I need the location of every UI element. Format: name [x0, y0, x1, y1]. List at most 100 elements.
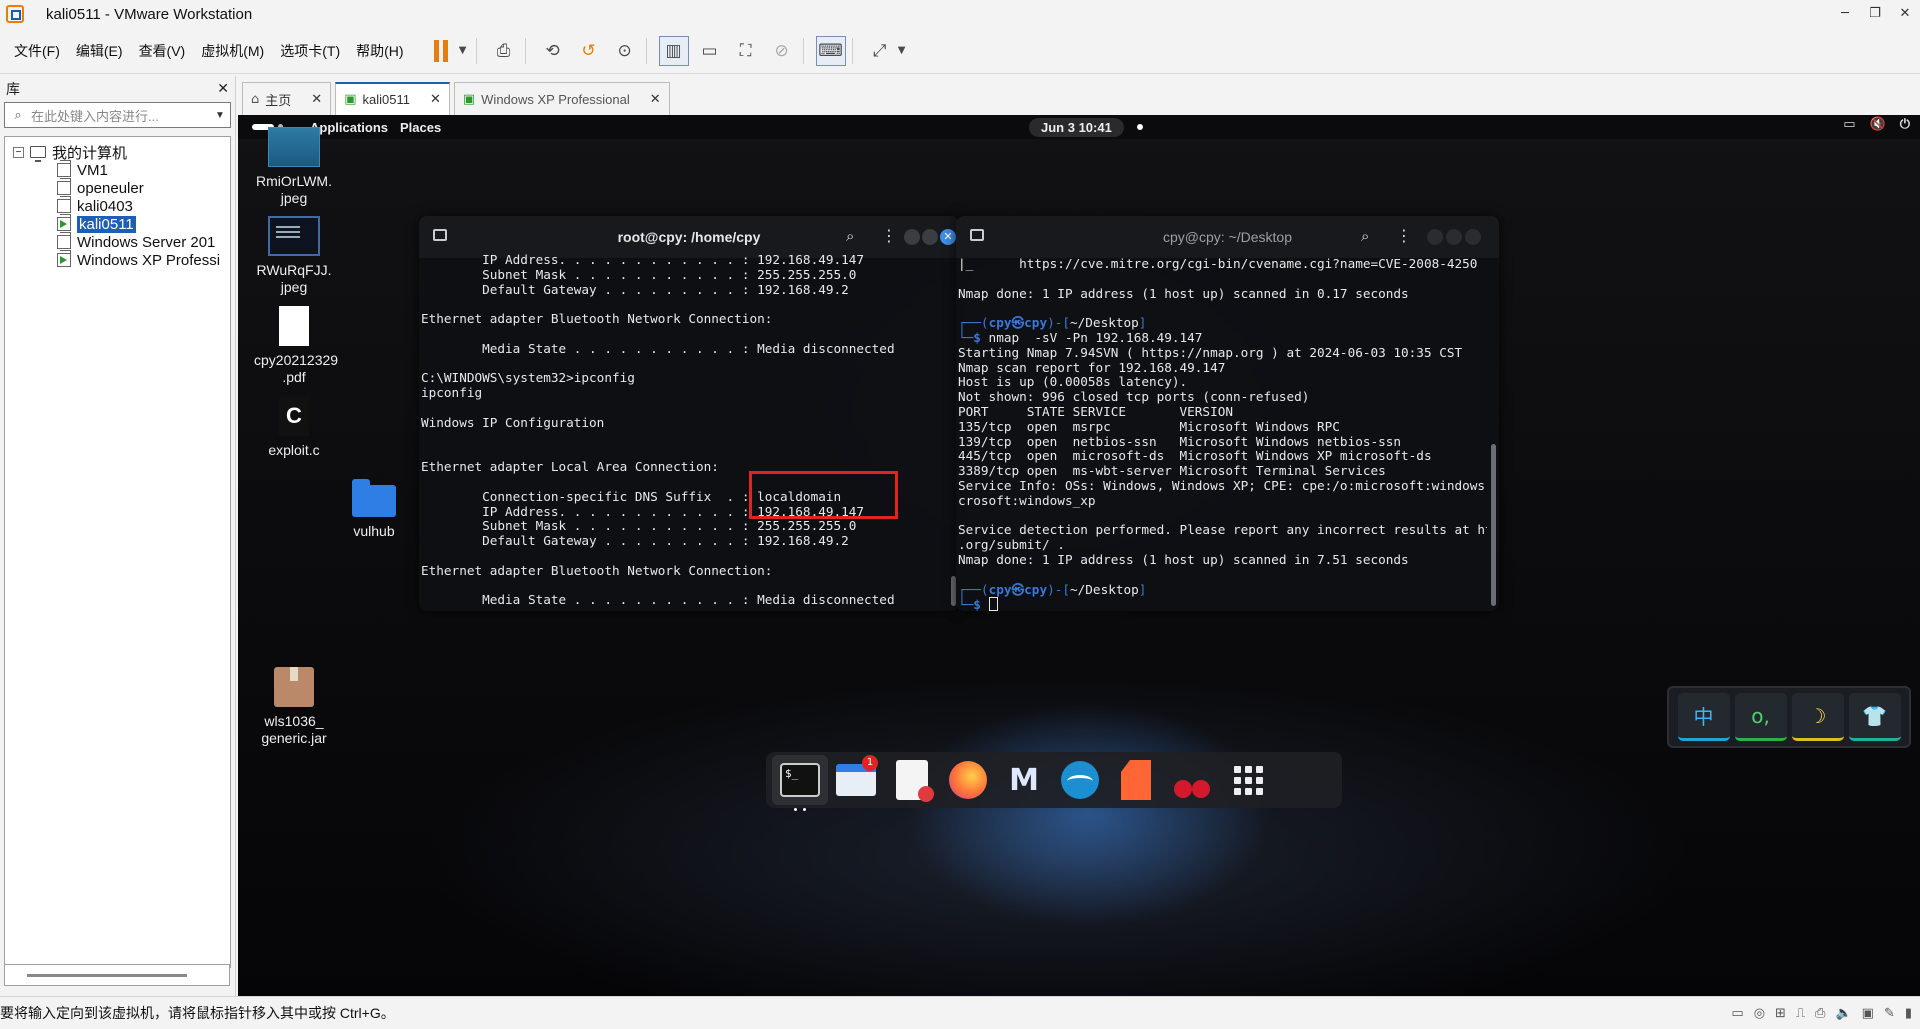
- vm-console[interactable]: Applications Places Jun 3 10:41 ▭ 🔇 ⏻ Rm…: [238, 115, 1920, 996]
- desktop-icon-jar[interactable]: wls1036_ generic.jar: [254, 667, 334, 747]
- library-scrollbar[interactable]: [4, 964, 230, 986]
- firefox-icon[interactable]: [940, 755, 996, 805]
- search-placeholder: 在此处键入内容进行...: [31, 108, 159, 124]
- chevron-down-icon[interactable]: ▼: [895, 36, 909, 66]
- network-icon[interactable]: ⊞: [1775, 1006, 1786, 1021]
- desktop-icon-label: RmiOrLWM. jpeg: [256, 173, 332, 206]
- snapshot-icon[interactable]: ⟲: [538, 36, 568, 66]
- menu-help[interactable]: 帮助(H): [348, 41, 411, 61]
- menu-vm[interactable]: 虚拟机(M): [193, 41, 272, 61]
- power-icon[interactable]: ⏻: [1900, 117, 1910, 132]
- tab-windows-xp[interactable]: ▣ Windows XP Professional ✕: [453, 82, 670, 115]
- library-view-icon[interactable]: ▥: [658, 35, 689, 66]
- fullscreen-icon[interactable]: ⛶: [731, 36, 761, 66]
- kebab-menu-icon[interactable]: ⋮: [1396, 226, 1412, 245]
- terminal-line: C:\WINDOWS\system32>ipconfig: [421, 370, 635, 386]
- close-icon[interactable]: ✕: [940, 229, 956, 245]
- system-tray: ▭ 🔇 ⏻: [1843, 117, 1910, 132]
- search-icon[interactable]: ⌕: [1361, 227, 1369, 245]
- hard-disk-icon[interactable]: ▭: [1731, 1006, 1743, 1021]
- maximize-icon[interactable]: [1446, 229, 1462, 245]
- tree-item-label: Windows XP Professi: [77, 251, 221, 269]
- tab-home[interactable]: ⌂ 主页 ✕: [242, 82, 332, 115]
- tab-close-icon[interactable]: ✕: [311, 92, 322, 107]
- sound-icon[interactable]: 🔈: [1835, 1006, 1851, 1021]
- pause-icon[interactable]: [426, 36, 456, 66]
- message-icon[interactable]: ✎: [1884, 1006, 1895, 1021]
- tab-close-icon[interactable]: ✕: [430, 92, 441, 107]
- cherrytree-icon[interactable]: [1164, 755, 1220, 805]
- terminal-line: Ethernet adapter Bluetooth Network Conne…: [421, 562, 773, 578]
- minimize-icon[interactable]: [1427, 229, 1443, 245]
- chevron-down-icon[interactable]: ▼: [456, 36, 470, 66]
- prompt-frame: └─: [958, 597, 974, 611]
- close-icon[interactable]: [1465, 229, 1481, 245]
- usb-icon[interactable]: ⎍: [1796, 1006, 1805, 1021]
- terminal-icon[interactable]: $_: [772, 755, 828, 811]
- terminal-output[interactable]: |_ https://cve.mitre.org/cgi-bin/cvename…: [958, 257, 1487, 611]
- device-status-icons: ▭ ◎ ⊞ ⎍ ⎙ 🔈 ▣ ✎ ▮: [1731, 1006, 1912, 1021]
- unity-icon[interactable]: ⊘: [767, 36, 797, 66]
- terminal-output[interactable]: IP Address. . . . . . . . . . . . : 192.…: [421, 253, 947, 611]
- menu-edit[interactable]: 编辑(E): [68, 41, 131, 61]
- desktop-icon-pdf[interactable]: cpy20212329 .pdf: [254, 306, 338, 386]
- terminal-window-cpy[interactable]: cpy@cpy: ~/Desktop ⌕ ⋮ |_ https://cve.mi…: [956, 216, 1499, 611]
- desktop-icon-exploit[interactable]: C exploit.c: [254, 396, 334, 459]
- ime-moon-icon[interactable]: ☽: [1791, 693, 1844, 741]
- library-search-input[interactable]: ⌕ 在此处键入内容进行... ▼: [4, 102, 231, 128]
- places-menu[interactable]: Places: [400, 120, 441, 135]
- stretch-icon[interactable]: ⤢: [865, 36, 895, 66]
- wireshark-icon[interactable]: [1052, 755, 1108, 805]
- console-icon[interactable]: ⌨: [815, 35, 846, 66]
- terminal-window-root[interactable]: root@cpy: /home/cpy ⌕ ⋮ ✕ IP Address. . …: [419, 216, 959, 611]
- minimize-icon[interactable]: [904, 229, 920, 245]
- search-icon[interactable]: ⌕: [846, 227, 854, 245]
- ime-skin-icon[interactable]: 👕: [1848, 693, 1901, 741]
- terminal-line: Service detection performed. Please repo…: [958, 522, 1487, 538]
- files-icon[interactable]: 1: [828, 755, 884, 805]
- kebab-menu-icon[interactable]: ⋮: [881, 226, 897, 245]
- menu-file[interactable]: 文件(F): [6, 41, 68, 61]
- chevron-down-icon[interactable]: ▼: [210, 110, 230, 121]
- maximize-button[interactable]: ❐: [1860, 0, 1890, 28]
- collapse-icon[interactable]: −: [13, 146, 24, 158]
- desktop-icon-vulhub[interactable]: vulhub: [334, 477, 414, 540]
- mute-icon[interactable]: 🔇: [1870, 117, 1886, 132]
- minimize-button[interactable]: ─: [1830, 0, 1860, 28]
- image-file-icon: [268, 216, 320, 256]
- display-icon[interactable]: ▣: [1862, 1006, 1874, 1021]
- tab-close-icon[interactable]: ✕: [650, 92, 661, 107]
- maximize-icon[interactable]: [922, 229, 938, 245]
- desktop-icon-rmiorlwm[interactable]: RmiOrLWM. jpeg: [254, 127, 334, 207]
- ime-punctuation-toggle[interactable]: o,: [1734, 693, 1787, 741]
- prompt-dir: ~/Desktop: [1070, 581, 1139, 597]
- tab-kali0511[interactable]: ▣ kali0511 ✕: [335, 82, 450, 115]
- terminal-scrollbar[interactable]: [1491, 444, 1496, 606]
- prompt-frame: ┌──(: [958, 581, 989, 597]
- menu-view[interactable]: 查看(V): [131, 41, 194, 61]
- app-grid-icon[interactable]: [1220, 755, 1276, 805]
- printer-icon[interactable]: ⎙: [1815, 1006, 1825, 1021]
- burpsuite-icon[interactable]: [1108, 755, 1164, 805]
- terminal-line: Nmap done: 1 IP address (1 host up) scan…: [958, 285, 1409, 301]
- clock[interactable]: Jun 3 10:41: [1029, 118, 1124, 137]
- snapshot-manager-icon[interactable]: ⊙: [610, 36, 640, 66]
- desktop-icon-rwurqfjj[interactable]: RWuRqFJJ. jpeg: [254, 216, 334, 296]
- menu-tabs[interactable]: 选项卡(T): [272, 41, 348, 61]
- library-close-button[interactable]: ✕: [217, 81, 229, 97]
- terminal-line: PORT STATE SERVICE VERSION: [958, 403, 1233, 419]
- cd-drive-icon[interactable]: ◎: [1754, 1006, 1765, 1021]
- tree-item-windows-xp[interactable]: Windows XP Professi: [57, 249, 220, 271]
- revert-snapshot-icon[interactable]: ↺: [574, 36, 604, 66]
- vm-icon: ▣: [344, 92, 357, 107]
- send-ctrl-alt-del-icon[interactable]: ⎙: [489, 36, 519, 66]
- metasploit-icon[interactable]: M: [996, 755, 1052, 805]
- window-title: kali0511 - VMware Workstation: [46, 5, 253, 23]
- thumbnail-view-icon[interactable]: ▭: [695, 36, 725, 66]
- ime-chinese-toggle[interactable]: 中: [1677, 693, 1730, 741]
- display-icon[interactable]: ▭: [1843, 117, 1855, 132]
- close-button[interactable]: ✕: [1890, 0, 1920, 28]
- running-vm-icon: [57, 214, 71, 231]
- stretch-icon[interactable]: ▮: [1905, 1006, 1912, 1021]
- text-editor-icon[interactable]: [884, 755, 940, 805]
